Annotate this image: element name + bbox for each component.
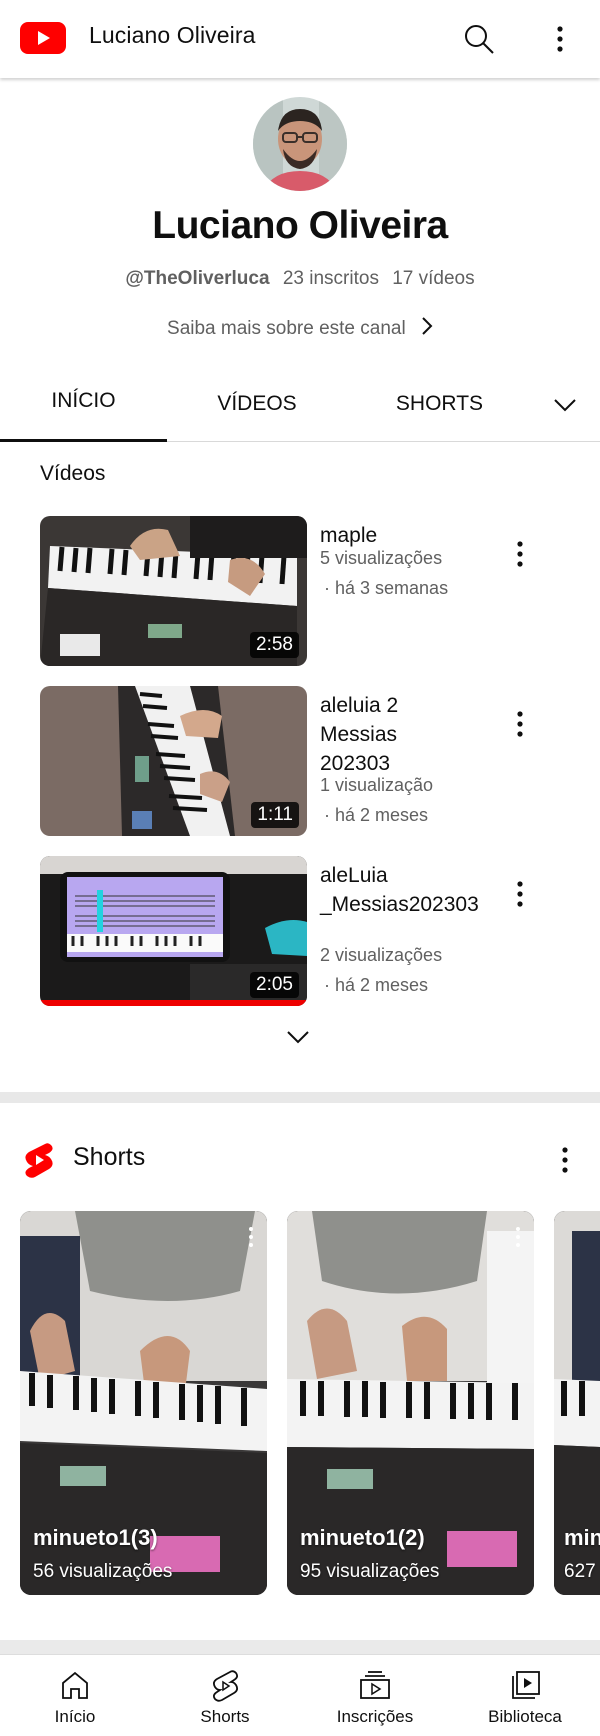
chevron-down-icon[interactable] [552, 392, 578, 418]
video-item[interactable]: 2:58 maple 5 visualizações · há 3 semana… [40, 516, 580, 666]
tab-inicio[interactable]: INÍCIO [0, 370, 167, 442]
section-divider [0, 1092, 600, 1103]
video-item[interactable]: 2:05 aleLuia _Messias202303 2 visualizaç… [40, 856, 580, 1006]
nav-inscricoes[interactable]: Inscrições [300, 1655, 450, 1736]
short-views: 56 visualizações [33, 1561, 173, 1582]
expand-videos-chevron-icon[interactable] [285, 1024, 311, 1050]
nav-shorts[interactable]: Shorts [150, 1655, 300, 1736]
video-title[interactable]: aleluia 2 Messias 202303 [320, 691, 470, 778]
nav-inicio[interactable]: Início [0, 1655, 150, 1736]
video-date: · há 3 semanas [324, 578, 449, 598]
video-title[interactable]: aleLuia _Messias202303 [320, 861, 479, 919]
short-more-icon[interactable] [247, 1225, 255, 1249]
youtube-logo-icon[interactable] [20, 22, 66, 54]
nav-biblioteca[interactable]: Biblioteca [450, 1655, 600, 1736]
short-title: min [564, 1525, 600, 1550]
short-views: 627 [564, 1561, 596, 1582]
shorts-logo-icon [25, 1143, 53, 1178]
app-bar-title: Luciano Oliveira [89, 22, 256, 48]
short-card[interactable]: min 627 [554, 1211, 600, 1595]
chevron-right-icon [422, 317, 433, 335]
home-icon [62, 1671, 88, 1699]
video-date: · há 2 meses [324, 975, 429, 995]
shorts-section-title: Shorts [73, 1143, 146, 1171]
short-card[interactable]: minueto1(2) 95 visualizações [287, 1211, 534, 1595]
subscriber-count: 23 inscritos [282, 268, 379, 289]
channel-handle: @TheOliverluca [125, 268, 270, 289]
short-title: minueto1(2) [300, 1525, 425, 1550]
video-more-icon[interactable] [508, 878, 532, 910]
channel-tabs: INÍCIO VÍDEOS SHORTS [0, 370, 600, 442]
video-views: 1 visualização [320, 775, 434, 795]
short-title: minueto1(3) [33, 1525, 158, 1550]
video-duration: 2:58 [250, 632, 299, 658]
tab-videos[interactable]: VÍDEOS [167, 373, 347, 443]
top-app-bar: Luciano Oliveira [0, 0, 600, 78]
video-views: 2 visualizações [320, 945, 443, 965]
short-card[interactable]: minueto1(3) 56 visualizações [20, 1211, 267, 1595]
nav-label: Início [54, 1707, 96, 1726]
short-more-icon[interactable] [514, 1225, 522, 1249]
video-count: 17 vídeos [392, 268, 475, 289]
video-more-icon[interactable] [508, 538, 532, 570]
video-thumbnail[interactable]: 2:05 [40, 856, 307, 1006]
video-item[interactable]: 1:11 aleluia 2 Messias 202303 1 visualiz… [40, 686, 580, 836]
bottom-navigation: Início Shorts Inscrições Biblioteca [0, 1654, 600, 1736]
watch-progress-bar [40, 1000, 307, 1006]
channel-name: Luciano Oliveira [152, 204, 448, 247]
library-icon [512, 1671, 540, 1699]
search-icon[interactable] [462, 22, 496, 56]
section-divider [0, 1640, 600, 1654]
more-options-icon[interactable] [548, 22, 572, 56]
tab-shorts[interactable]: SHORTS [347, 373, 532, 443]
videos-section-title: Vídeos [40, 462, 106, 485]
video-thumbnail[interactable]: 1:11 [40, 686, 307, 836]
video-date: · há 2 meses [324, 805, 429, 825]
video-more-icon[interactable] [508, 708, 532, 740]
video-thumbnail[interactable]: 2:58 [40, 516, 307, 666]
video-title[interactable]: maple [320, 521, 470, 550]
nav-label: Biblioteca [488, 1707, 562, 1726]
channel-avatar[interactable] [253, 97, 347, 191]
nav-label: Inscrições [336, 1707, 414, 1726]
about-channel-label: Saiba mais sobre este canal [167, 318, 406, 339]
video-duration: 2:05 [250, 972, 299, 998]
shorts-more-icon[interactable] [553, 1143, 577, 1177]
channel-meta: @TheOliverluca 23 inscritos 17 vídeos [0, 268, 600, 290]
short-views: 95 visualizações [300, 1561, 440, 1582]
subscriptions-icon [360, 1671, 390, 1699]
video-duration: 1:11 [251, 802, 299, 828]
nav-label: Shorts [200, 1707, 250, 1726]
about-channel-link[interactable]: Saiba mais sobre este canal [0, 316, 600, 340]
video-views: 5 visualizações [320, 548, 443, 568]
shorts-icon [212, 1670, 239, 1702]
